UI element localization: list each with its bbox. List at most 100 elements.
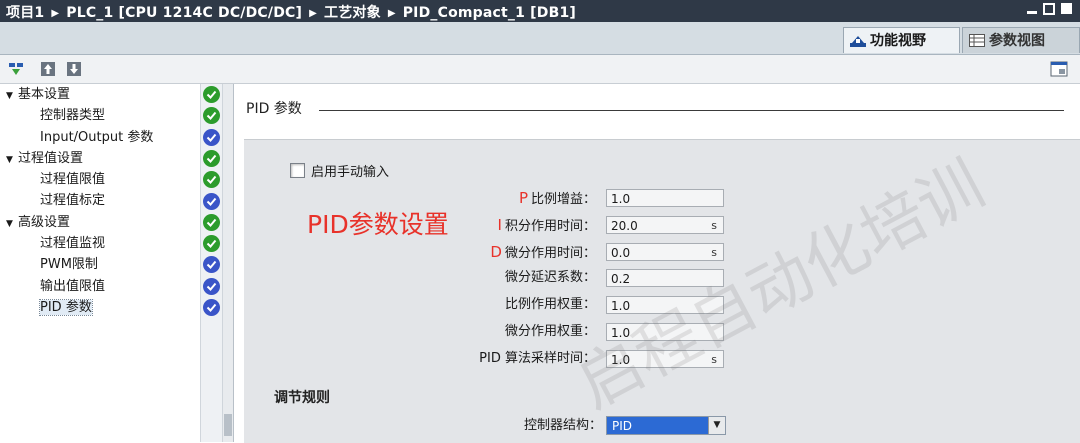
tuning-rules-heading: 调节规则 [274, 390, 330, 406]
parameter-label-text: 微分延迟系数： [504, 270, 596, 286]
section-title: PID 参数 [246, 101, 302, 117]
manual-entry-checkbox[interactable] [290, 163, 305, 178]
nav-item[interactable]: 过程值监视 [0, 233, 200, 254]
status-ok-icon [203, 235, 220, 253]
parameter-input[interactable]: 1.0 s [606, 349, 724, 368]
nav-item-label: 输出值限值 [40, 278, 106, 294]
parameter-label: D 微分作用时间： [490, 242, 596, 264]
nav-group[interactable]: ▼ 高级设置 [0, 212, 200, 233]
nav-group[interactable]: ▼ 过程值设置 [0, 148, 200, 169]
restore-icon[interactable] [1043, 3, 1055, 15]
nav-item[interactable]: PWM限制 [0, 254, 200, 275]
expand-caret-icon[interactable]: ▼ [6, 150, 18, 171]
status-ok-icon [203, 149, 220, 167]
parameter-label: 微分延迟系数： [505, 268, 596, 288]
nav-item-label: 控制器类型 [40, 108, 106, 124]
breadcrumb-plc[interactable]: PLC_1 [CPU 1214C DC/DC/DC] [66, 5, 302, 21]
controller-structure-row: 控制器结构： [244, 416, 602, 436]
parameter-row: I 积分作用时间： [244, 215, 596, 235]
nav-item-label: 基本设置 [18, 87, 71, 102]
breadcrumb-separator-icon: ▶ [387, 8, 396, 19]
navigation-scrollbar[interactable] [222, 84, 233, 442]
parameter-label-text: PID 算法采样时间： [479, 350, 596, 366]
manual-entry-checkbox-row[interactable]: 启用手动输入 [290, 161, 389, 180]
parameter-prefix: D [490, 242, 502, 261]
parameter-input[interactable]: 20.0 s [606, 215, 724, 234]
nav-item-label: 高级设置 [18, 214, 71, 230]
tab-functional-view[interactable]: 功能视野 [843, 27, 960, 53]
scrollbar-thumb[interactable] [224, 414, 232, 436]
close-icon[interactable] [1061, 3, 1072, 14]
parameter-prefix: P [518, 189, 528, 207]
parameter-row: 微分作用权重： [244, 322, 596, 342]
parameter-label: 微分作用权重： [505, 322, 596, 342]
parameter-row: 微分延迟系数： [244, 268, 596, 288]
status-ok-icon [203, 213, 220, 231]
expand-caret-icon[interactable]: ▼ [6, 214, 18, 235]
nav-item-label: PWM限制 [40, 257, 98, 273]
nav-item[interactable]: 过程值限值 [0, 169, 200, 190]
parameter-value: 1.0 [611, 192, 631, 206]
navigation-tree: ▼ 基本设置 控制器类型 Input/Output 参数 ▼ 过程值设置 过程值限值 过程值标… [0, 84, 200, 318]
parameter-unit: s [711, 352, 717, 366]
parameter-row: P 比例增益： [244, 188, 596, 208]
go-online-icon[interactable] [8, 61, 24, 77]
status-ok-icon [203, 171, 220, 189]
nav-group[interactable]: ▼ 基本设置 [0, 84, 200, 105]
toolbar [0, 55, 1080, 84]
parameter-row: 比例作用权重： [244, 295, 596, 315]
nav-item[interactable]: 输出值限值 [0, 276, 200, 297]
parameter-input[interactable]: 1.0 [606, 189, 724, 207]
section-divider [319, 110, 1064, 111]
parameter-row: PID 算法采样时间： [244, 349, 596, 369]
parameter-value: 20.0 [611, 218, 638, 233]
parameter-label-text: 微分作用权重： [504, 324, 596, 339]
nav-item-label: 过程值设置 [18, 150, 84, 166]
parameter-input[interactable]: 1.0 [606, 323, 724, 341]
parameter-label-text: 积分作用时间： [504, 218, 596, 234]
download-icon[interactable] [66, 61, 82, 77]
controller-structure-select[interactable]: PID ▼ [606, 416, 726, 435]
settings-navigation: ▼ 基本设置 控制器类型 Input/Output 参数 ▼ 过程值设置 过程值限值 过程值标… [0, 84, 234, 442]
main-content: PID 参数 启用手动输入 PID参数设置 P 比例增益： 1.0 I 积分作用时间： 2… [234, 84, 1080, 443]
nav-item[interactable]: 过程值标定 [0, 190, 200, 211]
parameter-input[interactable]: 1.0 [606, 296, 724, 315]
parameter-value: 1.0 [611, 299, 631, 314]
status-check-blue-icon [203, 192, 220, 210]
parameter-label: 比例作用权重： [505, 295, 596, 315]
nav-item[interactable]: PID 参数 [0, 297, 200, 318]
parameter-view-icon [969, 34, 985, 47]
breadcrumb-pid-compact[interactable]: PID_Compact_1 [DB1] [403, 5, 576, 21]
parameter-unit: s [711, 218, 717, 232]
view-tab-bar: 功能视野 参数视图 [0, 22, 1080, 55]
parameter-value: 1.0 [611, 352, 631, 367]
breadcrumb-project[interactable]: 项目1 [6, 5, 44, 21]
controller-structure-label: 控制器结构： [523, 418, 602, 433]
nav-item-label: 过程值限值 [40, 172, 106, 188]
parameter-label-text: 比例增益： [530, 192, 596, 207]
parameter-input[interactable]: 0.2 [606, 269, 724, 288]
tab-parameter-view[interactable]: 参数视图 [962, 27, 1080, 53]
breadcrumb-separator-icon: ▶ [309, 8, 317, 19]
parameter-prefix: I [497, 215, 502, 234]
parameter-input[interactable]: 0.0 s [606, 242, 724, 261]
expand-caret-icon[interactable]: ▼ [6, 86, 18, 107]
manual-entry-label: 启用手动输入 [311, 165, 390, 180]
nav-item[interactable]: Input/Output 参数 [0, 127, 200, 148]
window-layout-icon[interactable] [1050, 61, 1068, 77]
chevron-down-icon[interactable]: ▼ [708, 417, 725, 434]
status-column [200, 84, 223, 442]
status-ok-icon [203, 86, 220, 103]
parameter-value: 0.0 [611, 245, 631, 260]
status-check-blue-icon [203, 277, 220, 295]
breadcrumb: 项目1 ▶ PLC_1 [CPU 1214C DC/DC/DC] ▶ 工艺对象 ▶ PID_… [6, 2, 576, 22]
minimize-icon[interactable] [1027, 3, 1037, 14]
upload-icon[interactable] [40, 61, 56, 77]
nav-item[interactable]: 控制器类型 [0, 105, 200, 126]
nav-item-label: 过程值监视 [40, 236, 106, 252]
breadcrumb-technology-objects[interactable]: 工艺对象 [324, 5, 381, 21]
nav-item-label: 过程值标定 [40, 193, 106, 209]
tab-functional-view-label: 功能视野 [870, 33, 926, 49]
parameter-label: I 积分作用时间： [498, 215, 596, 237]
nav-item-label: PID 参数 [39, 298, 93, 316]
